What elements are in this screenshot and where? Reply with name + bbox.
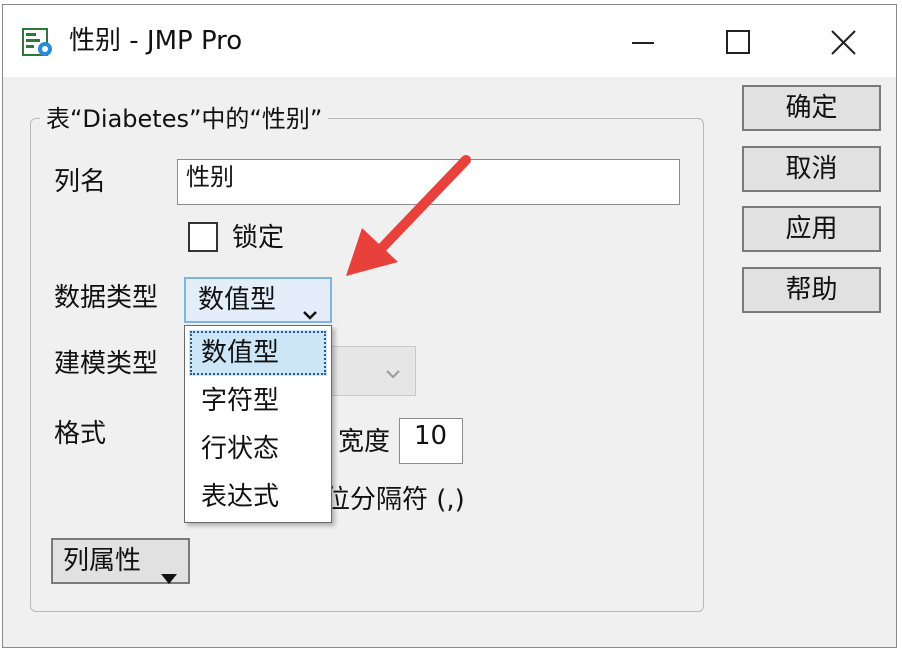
- annotation-arrow-icon: [346, 155, 471, 276]
